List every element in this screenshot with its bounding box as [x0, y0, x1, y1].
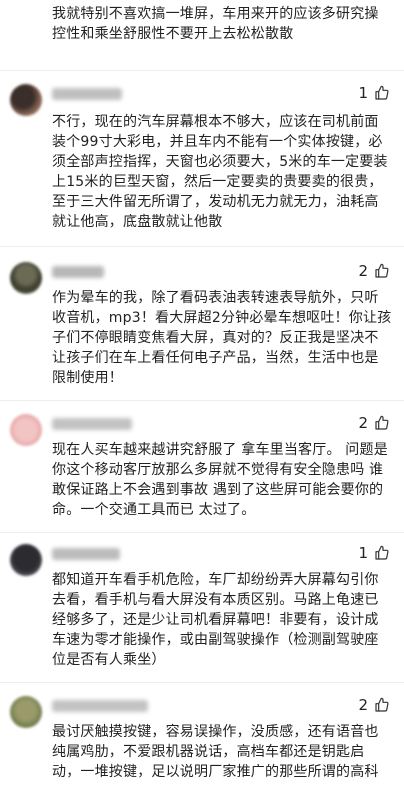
- thumbs-up-icon: [375, 545, 389, 560]
- avatar[interactable]: [10, 544, 42, 576]
- comment-text: 最讨厌触摸按键，容易误操作，没质感，还有语音也纯属鸡肋，不爱跟机器说话，高档车都…: [52, 724, 379, 780]
- like-button[interactable]: 1: [358, 544, 390, 562]
- username[interactable]: [52, 266, 104, 278]
- like-count: 2: [358, 696, 368, 714]
- like-button[interactable]: 2: [358, 696, 390, 714]
- like-button[interactable]: 2: [358, 262, 390, 280]
- thumbs-up-icon: [375, 697, 389, 712]
- thumbs-up-icon: [375, 85, 389, 100]
- divider: [0, 70, 404, 71]
- avatar[interactable]: [10, 414, 42, 446]
- avatar[interactable]: [10, 262, 42, 294]
- like-button[interactable]: 2: [358, 414, 390, 432]
- comment-text: 不行，现在的汽车屏幕根本不够大，应该在司机前面装个99寸大彩电，并且车内不能有一…: [52, 114, 388, 230]
- avatar[interactable]: [10, 84, 42, 116]
- comment-text: 都知道开车看手机危险，车厂却纷纷弄大屏幕勾引你去看，看手机与看大屏没有本质区别。…: [52, 572, 379, 668]
- comment-text: 我就特别不喜欢搞一堆屏，车用来开的应该多研究操控性和乘坐舒服性不要开上去松松散散: [52, 6, 379, 42]
- comment-feed: 我就特别不喜欢搞一堆屏，车用来开的应该多研究操控性和乘坐舒服性不要开上去松松散散…: [0, 0, 404, 787]
- username[interactable]: [52, 548, 120, 560]
- thumbs-up-icon: [375, 415, 389, 430]
- avatar[interactable]: [10, 696, 42, 728]
- like-count: 1: [358, 84, 368, 102]
- like-button[interactable]: 1: [358, 84, 390, 102]
- like-count: 2: [358, 262, 368, 280]
- divider: [0, 246, 404, 247]
- username[interactable]: [52, 418, 132, 430]
- like-count: 2: [358, 414, 368, 432]
- comment-text: 现在人买车越来越讲究舒服了 拿车里当客厅。 问题是你这个移动客厅放那么多屏就不觉…: [52, 442, 388, 518]
- divider: [0, 400, 404, 401]
- divider: [0, 682, 404, 683]
- username[interactable]: [52, 700, 148, 712]
- thumbs-up-icon: [375, 263, 389, 278]
- like-count: 1: [358, 544, 368, 562]
- comment-text: 作为晕车的我，除了看码表油表转速表导航外，只听收音机，mp3！看大屏超2分钟必晕…: [52, 290, 392, 386]
- username[interactable]: [52, 88, 122, 100]
- divider: [0, 532, 404, 533]
